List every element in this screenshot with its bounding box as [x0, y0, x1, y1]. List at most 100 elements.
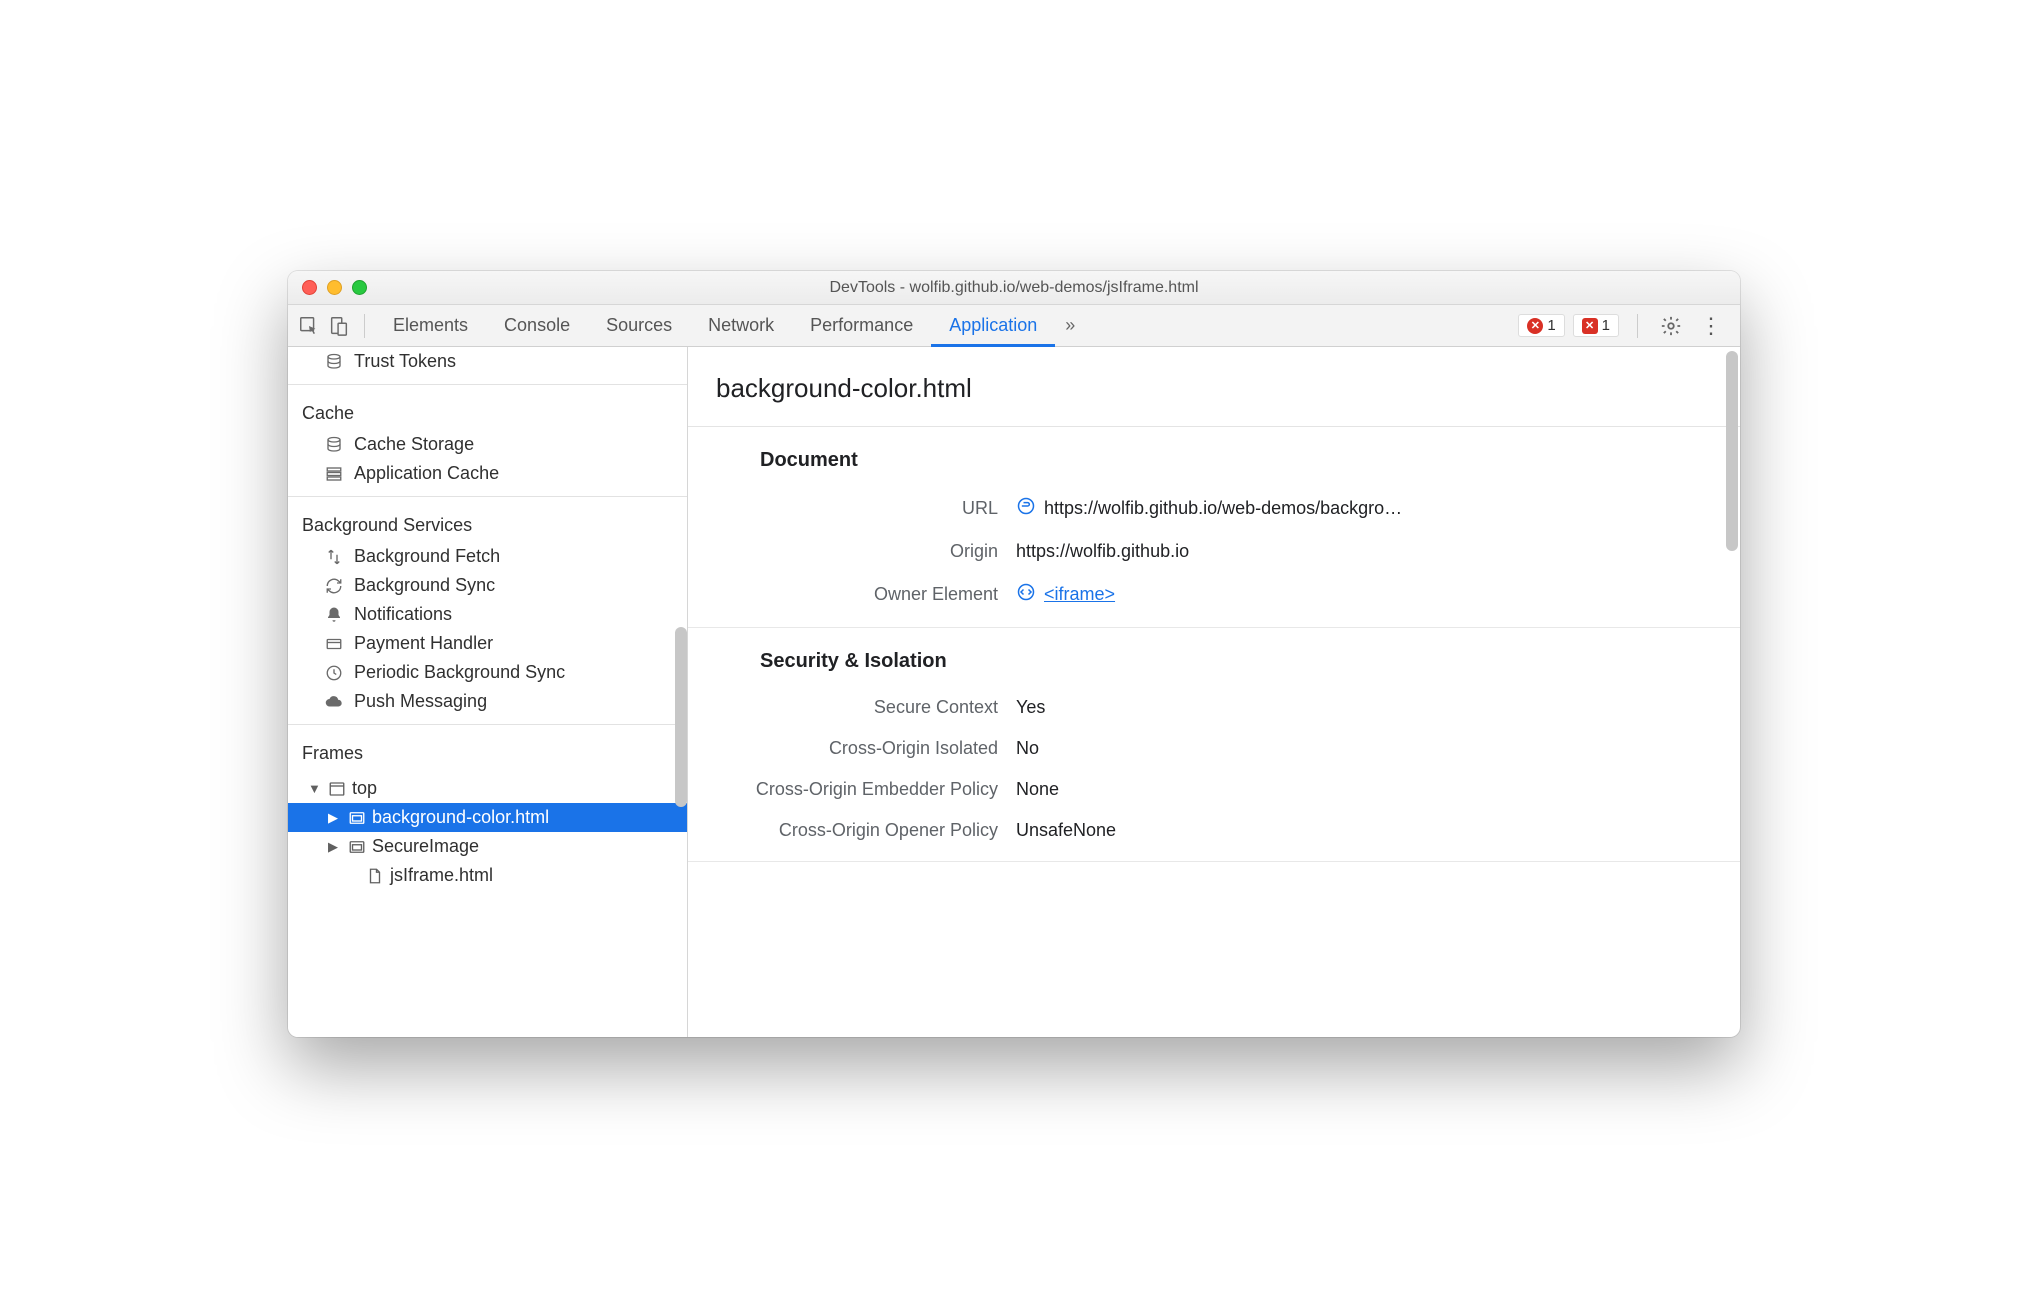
section-security: Security & Isolation: [688, 628, 1740, 687]
main-scrollbar-thumb[interactable]: [1726, 351, 1738, 551]
sidebar-item-application-cache[interactable]: Application Cache: [288, 459, 687, 488]
caret-right-icon[interactable]: ▶: [328, 810, 342, 826]
frame-details-panel[interactable]: background-color.html Document URL https…: [688, 347, 1740, 1037]
devtools-toolbar: Elements Console Sources Network Perform…: [288, 305, 1740, 347]
frame-label: background-color.html: [372, 807, 549, 828]
label-origin: Origin: [688, 541, 998, 562]
frame-top[interactable]: ▼ top: [288, 774, 687, 803]
value-secure-ctx: Yes: [1016, 697, 1045, 718]
card-icon: [324, 634, 344, 654]
minimize-window-button[interactable]: [327, 280, 342, 295]
traffic-lights: [288, 280, 367, 295]
error-count: 1: [1547, 317, 1555, 334]
sync-icon: [324, 576, 344, 596]
frame-jsiframe[interactable]: jsIframe.html: [288, 861, 687, 890]
row-cross-origin-isolated: Cross-Origin Isolated No: [688, 728, 1740, 769]
sidebar-group-bg-services: Background Services: [288, 505, 687, 542]
code-icon: [1016, 582, 1036, 607]
sidebar-item-periodic-sync[interactable]: Periodic Background Sync: [288, 658, 687, 687]
errors-badge[interactable]: ✕ 1: [1518, 314, 1564, 337]
sidebar-item-bg-fetch[interactable]: Background Fetch: [288, 542, 687, 571]
database-icon: [324, 435, 344, 455]
close-window-button[interactable]: [302, 280, 317, 295]
row-coop: Cross-Origin Opener Policy UnsafeNone: [688, 810, 1740, 851]
tag-icon: [1016, 496, 1036, 521]
settings-icon[interactable]: [1656, 311, 1686, 341]
sidebar-item-notifications[interactable]: Notifications: [288, 600, 687, 629]
frame-title: background-color.html: [688, 347, 1740, 427]
sidebar-item-trust-tokens[interactable]: Trust Tokens: [288, 347, 687, 376]
tab-console[interactable]: Console: [486, 305, 588, 347]
sidebar-item-label: Application Cache: [354, 463, 499, 484]
kebab-menu-icon[interactable]: ⋮: [1694, 313, 1728, 339]
caret-down-icon[interactable]: ▼: [308, 781, 322, 796]
value-owner: <iframe>: [1016, 582, 1115, 607]
tab-performance[interactable]: Performance: [792, 305, 931, 347]
tab-sources[interactable]: Sources: [588, 305, 690, 347]
label-owner: Owner Element: [688, 584, 998, 605]
label-coi: Cross-Origin Isolated: [688, 738, 998, 759]
sidebar-item-bg-sync[interactable]: Background Sync: [288, 571, 687, 600]
window-title: DevTools - wolfib.github.io/web-demos/js…: [288, 279, 1740, 297]
sidebar-item-label: Periodic Background Sync: [354, 662, 565, 683]
bell-icon: [324, 605, 344, 625]
row-origin: Origin https://wolfib.github.io: [688, 531, 1740, 572]
frame-secure-image[interactable]: ▶ SecureImage: [288, 832, 687, 861]
frame-label: top: [352, 778, 377, 799]
window-icon: [328, 780, 346, 798]
panel-body: Trust Tokens Cache Cache Storage Applica…: [288, 347, 1740, 1037]
cloud-icon: [324, 692, 344, 712]
row-url: URL https://wolfib.github.io/web-demos/b…: [688, 486, 1740, 531]
sidebar-item-label: Payment Handler: [354, 633, 493, 654]
tab-elements[interactable]: Elements: [375, 305, 486, 347]
divider: [288, 724, 687, 725]
sidebar-item-cache-storage[interactable]: Cache Storage: [288, 430, 687, 459]
issues-badge[interactable]: ✕ 1: [1573, 314, 1619, 337]
row-owner-element: Owner Element <iframe>: [688, 572, 1740, 617]
sidebar-item-push-messaging[interactable]: Push Messaging: [288, 687, 687, 716]
label-url: URL: [688, 498, 998, 519]
inspect-element-icon[interactable]: [294, 311, 324, 341]
value-coi: No: [1016, 738, 1039, 759]
sidebar-item-label: Push Messaging: [354, 691, 487, 712]
sidebar-item-payment-handler[interactable]: Payment Handler: [288, 629, 687, 658]
database-icon: [324, 352, 344, 372]
sidebar-item-label: Cache Storage: [354, 434, 474, 455]
value-url: https://wolfib.github.io/web-demos/backg…: [1016, 496, 1402, 521]
transfer-icon: [324, 547, 344, 567]
section-document: Document: [688, 427, 1740, 486]
sidebar-scrollbar-thumb[interactable]: [675, 627, 687, 807]
tab-network[interactable]: Network: [690, 305, 792, 347]
divider: [288, 384, 687, 385]
label-secure-ctx: Secure Context: [688, 697, 998, 718]
tab-application[interactable]: Application: [931, 305, 1055, 347]
sidebar-item-label: Notifications: [354, 604, 452, 625]
url-text: https://wolfib.github.io/web-demos/backg…: [1044, 498, 1402, 519]
sidebar-group-frames: Frames: [288, 733, 687, 770]
iframe-icon: [348, 809, 366, 827]
device-toggle-icon[interactable]: [324, 311, 354, 341]
caret-right-icon[interactable]: ▶: [328, 839, 342, 855]
panel-tabs: Elements Console Sources Network Perform…: [375, 305, 1518, 347]
label-coop: Cross-Origin Opener Policy: [688, 820, 998, 841]
owner-link[interactable]: <iframe>: [1044, 584, 1115, 605]
divider: [1637, 314, 1638, 338]
iframe-icon: [348, 838, 366, 856]
devtools-window: DevTools - wolfib.github.io/web-demos/js…: [288, 271, 1740, 1037]
clock-icon: [324, 663, 344, 683]
grid-icon: [324, 464, 344, 484]
value-coep: None: [1016, 779, 1059, 800]
issue-icon: ✕: [1582, 318, 1598, 334]
frame-label: SecureImage: [372, 836, 479, 857]
value-origin: https://wolfib.github.io: [1016, 541, 1189, 562]
frame-background-color[interactable]: ▶ background-color.html: [288, 803, 687, 832]
value-coop: UnsafeNone: [1016, 820, 1116, 841]
more-tabs-icon[interactable]: »: [1055, 315, 1085, 336]
divider: [688, 861, 1740, 862]
sidebar-item-label: Background Sync: [354, 575, 495, 596]
sidebar-item-label: Background Fetch: [354, 546, 500, 567]
application-sidebar[interactable]: Trust Tokens Cache Cache Storage Applica…: [288, 347, 688, 1037]
toolbar-right: ✕ 1 ✕ 1 ⋮: [1518, 311, 1734, 341]
zoom-window-button[interactable]: [352, 280, 367, 295]
file-icon: [366, 867, 384, 885]
